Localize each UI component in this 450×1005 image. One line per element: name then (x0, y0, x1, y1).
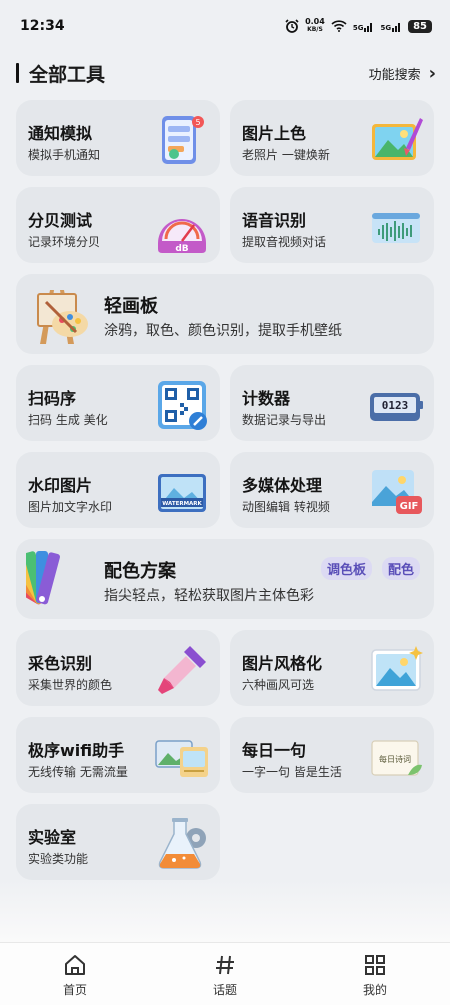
tool-title: 采色识别 (28, 654, 93, 673)
tool-subtitle: 老照片 一键焕新 (242, 148, 330, 162)
tool-card-lab[interactable]: 实验室 实验类功能 (16, 804, 220, 880)
tool-title: 实验室 (28, 828, 77, 847)
tool-subtitle: 扫码 生成 美化 (28, 413, 108, 427)
svg-text:5: 5 (195, 118, 200, 127)
svg-text:GIF: GIF (400, 501, 419, 512)
hashtag-icon (216, 955, 234, 975)
tool-title: 图片风格化 (242, 654, 323, 673)
easel-palette-icon (37, 290, 88, 344)
tool-card-wifi-assistant[interactable]: 极序wifi助手 无线传输 无需流量 (16, 717, 220, 793)
feature-search-label: 功能搜索 (368, 67, 421, 83)
eyedropper-icon (158, 646, 206, 694)
tag-color-match[interactable]: 配色 (381, 557, 420, 580)
tool-card-counter[interactable]: 计数器 数据记录与导出 0123 (230, 365, 434, 441)
tool-card-multimedia[interactable]: 多媒体处理 动图编辑 转视频 GIF (230, 452, 434, 528)
decibel-meter-icon: dB (158, 219, 206, 254)
tool-subtitle: 涂鸦，取色、颜色识别，提取手机壁纸 (104, 323, 342, 339)
grid-icon (365, 955, 385, 975)
qr-code-icon (158, 381, 207, 430)
svg-text:WATERMARK: WATERMARK (162, 501, 202, 507)
tool-title: 每日一句 (242, 741, 307, 760)
nav-home[interactable]: 首页 (35, 953, 115, 998)
svg-text:0123: 0123 (382, 399, 409, 412)
tool-title: 扫码序 (28, 389, 77, 408)
tool-card-speech-recognition[interactable]: 语音识别 提取音视频对话 (230, 187, 434, 263)
tool-card-watermark[interactable]: 水印图片 图片加文字水印 WATERMARK (16, 452, 220, 528)
page-header: 全部工具 功能搜索 › (16, 58, 436, 88)
wifi-icon (331, 20, 347, 32)
gif-icon: GIF (372, 470, 422, 514)
tool-card-photo-stylize[interactable]: 图片风格化 六种画风可选 (230, 630, 434, 706)
tool-subtitle: 一字一句 皆是生活 (242, 765, 342, 779)
signal-5g-2: 5G (380, 21, 402, 32)
nav-topics[interactable]: 话题 (185, 953, 265, 998)
status-bar: 12:34 0.04 KB/S 5G 5G 85 (0, 0, 450, 52)
tool-subtitle: 图片加文字水印 (28, 500, 113, 514)
daily-quote-card-icon: 每日诗词 (371, 740, 422, 776)
bottom-fade (0, 880, 450, 942)
tool-subtitle: 模拟手机通知 (28, 148, 101, 162)
tag-list: 调色板 配色 (320, 557, 420, 580)
battery-indicator: 85 (408, 19, 432, 33)
page-title: 全部工具 (29, 63, 106, 86)
chevron-right-icon: › (428, 62, 436, 84)
landscape-picture-icon (371, 646, 423, 691)
signal-bars-icon (364, 22, 373, 32)
wifi-transfer-icon (155, 740, 208, 777)
tool-subtitle: 指尖轻点，轻松获取图片主体色彩 (104, 588, 314, 604)
tool-title: 分贝测试 (28, 211, 93, 230)
tool-subtitle: 提取音视频对话 (242, 235, 327, 249)
tool-title: 通知模拟 (28, 124, 93, 143)
tool-card-sketchpad[interactable]: 轻画板 涂鸦，取色、颜色识别，提取手机壁纸 (16, 274, 434, 354)
notification-phone-icon: 5 (162, 116, 204, 164)
tool-card-color-picker[interactable]: 采色识别 采集世界的颜色 (16, 630, 220, 706)
tool-subtitle: 采集世界的颜色 (28, 678, 113, 692)
photo-brush-icon (372, 118, 423, 160)
tool-card-notification-sim[interactable]: 通知模拟 模拟手机通知 5 (16, 100, 220, 176)
audio-wave-icon (372, 213, 420, 243)
tool-card-decibel[interactable]: 分贝测试 记录环境分贝 dB (16, 187, 220, 263)
svg-text:dB: dB (175, 244, 188, 254)
tool-title: 语音识别 (242, 211, 307, 230)
tool-title: 轻画板 (104, 296, 158, 317)
tool-card-qr-scanner[interactable]: 扫码序 扫码 生成 美化 (16, 365, 220, 441)
tool-title: 图片上色 (242, 124, 307, 143)
title-accent-bar (16, 63, 19, 83)
tool-subtitle: 动图编辑 转视频 (242, 500, 330, 514)
bottom-nav: 首页 话题 我的 (0, 942, 450, 1005)
nav-topics-label: 话题 (212, 983, 237, 997)
nav-mine[interactable]: 我的 (335, 953, 415, 998)
tool-title: 水印图片 (28, 476, 93, 495)
tool-subtitle: 无线传输 无需流量 (28, 765, 128, 779)
title-wrap: 全部工具 (16, 60, 105, 87)
network-speed: 0.04 KB/S (305, 17, 325, 34)
alarm-icon (285, 19, 299, 33)
tag-palette[interactable]: 调色板 (320, 557, 372, 580)
nav-home-label: 首页 (62, 983, 87, 997)
svg-text:每日诗词: 每日诗词 (379, 754, 411, 764)
tool-subtitle: 实验类功能 (28, 852, 89, 866)
counter-icon: 0123 (370, 393, 423, 421)
tool-title: 多媒体处理 (242, 476, 323, 495)
tool-card-daily-quote[interactable]: 每日一句 一字一句 皆是生活 每日诗词 (230, 717, 434, 793)
home-icon (65, 955, 85, 975)
flask-gear-icon (158, 818, 206, 869)
signal-bars-icon (392, 22, 401, 32)
tool-title: 极序wifi助手 (28, 741, 125, 760)
signal-5g-1: 5G (353, 21, 375, 32)
tool-subtitle: 数据记录与导出 (242, 413, 327, 427)
status-icons: 0.04 KB/S 5G 5G 85 (285, 18, 432, 34)
tool-subtitle: 六种画风可选 (242, 678, 315, 692)
tool-card-photo-colorize[interactable]: 图片上色 老照片 一键焕新 (230, 100, 434, 176)
tool-subtitle: 记录环境分贝 (28, 235, 101, 249)
watermark-icon: WATERMARK (158, 474, 206, 512)
feature-search-button[interactable]: 功能搜索 › (369, 63, 436, 84)
color-swatch-icon (26, 551, 60, 605)
tool-title: 配色方案 (104, 561, 176, 582)
tool-title: 计数器 (242, 389, 291, 408)
nav-mine-label: 我的 (362, 983, 387, 997)
tool-card-color-scheme[interactable]: 配色方案 指尖轻点，轻松获取图片主体色彩 调色板 配色 (16, 539, 434, 619)
status-time: 12:34 (20, 18, 65, 34)
